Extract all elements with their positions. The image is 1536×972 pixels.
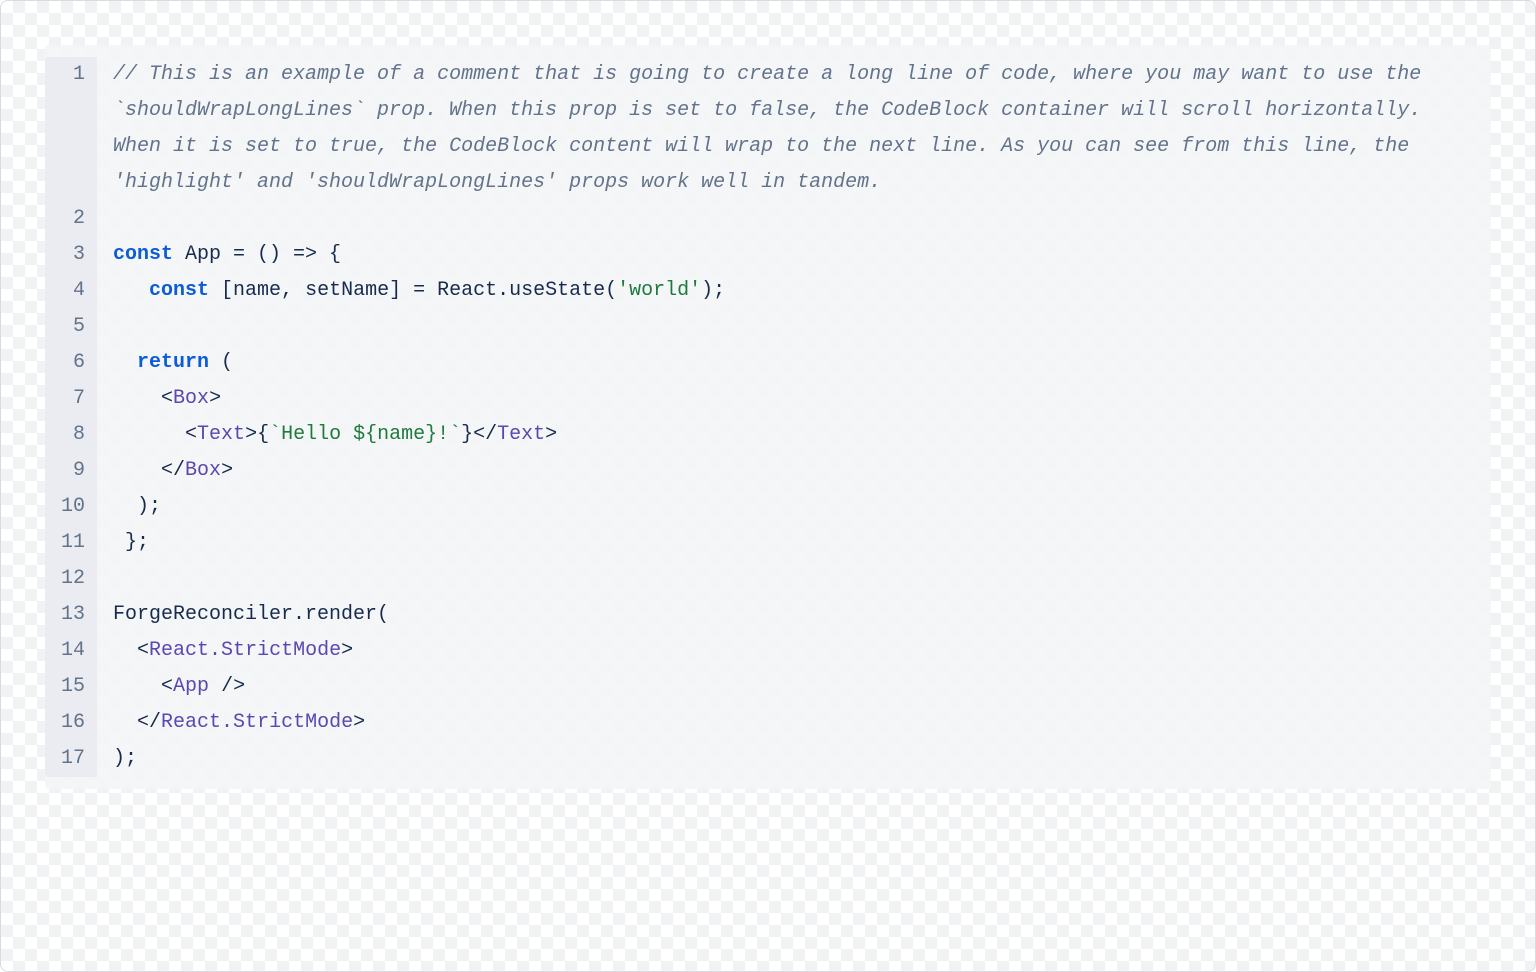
code-token bbox=[113, 459, 161, 482]
line-number: 16 bbox=[61, 705, 85, 741]
code-token: // This is an example of a comment that … bbox=[113, 63, 1433, 194]
code-token: > bbox=[341, 639, 353, 662]
code-line: <Box> bbox=[113, 381, 1471, 417]
code-content[interactable]: // This is an example of a comment that … bbox=[97, 57, 1491, 777]
line-number: 1 bbox=[61, 57, 85, 201]
code-line: <React.StrictMode> bbox=[113, 633, 1471, 669]
code-line bbox=[113, 201, 1471, 237]
code-token: React.StrictMode bbox=[149, 639, 341, 662]
code-token: ( bbox=[209, 351, 233, 374]
code-line bbox=[113, 561, 1471, 597]
code-token: > bbox=[245, 423, 257, 446]
code-token: `Hello ${name}!` bbox=[269, 423, 461, 446]
code-line: const [name, setName] = React.useState('… bbox=[113, 273, 1471, 309]
code-token: ); bbox=[113, 495, 161, 518]
code-token: < bbox=[137, 639, 149, 662]
line-number: 10 bbox=[61, 489, 85, 525]
code-token bbox=[113, 711, 137, 734]
code-token: ); bbox=[701, 279, 725, 302]
code-token: > bbox=[209, 387, 221, 410]
code-token: </ bbox=[137, 711, 161, 734]
line-number: 15 bbox=[61, 669, 85, 705]
code-token: const bbox=[149, 279, 209, 302]
code-line: </React.StrictMode> bbox=[113, 705, 1471, 741]
code-line: // This is an example of a comment that … bbox=[113, 57, 1471, 201]
line-number: 17 bbox=[61, 741, 85, 777]
line-number: 5 bbox=[61, 309, 85, 345]
code-token: [name, setName] = React.useState( bbox=[209, 279, 617, 302]
code-line: ForgeReconciler.render( bbox=[113, 597, 1471, 633]
preview-canvas: 1234567891011121314151617 // This is an … bbox=[0, 0, 1536, 972]
code-token: App bbox=[173, 675, 209, 698]
line-number: 14 bbox=[61, 633, 85, 669]
code-token bbox=[113, 279, 149, 302]
code-token: 'world' bbox=[617, 279, 701, 302]
line-number: 8 bbox=[61, 417, 85, 453]
code-token: Box bbox=[185, 459, 221, 482]
code-token: Text bbox=[197, 423, 245, 446]
line-number: 12 bbox=[61, 561, 85, 597]
code-token bbox=[113, 387, 161, 410]
line-number: 13 bbox=[61, 597, 85, 633]
code-token: return bbox=[137, 351, 209, 374]
code-line bbox=[113, 309, 1471, 345]
line-number-gutter: 1234567891011121314151617 bbox=[45, 57, 97, 777]
code-token: App = () => { bbox=[173, 243, 341, 266]
code-token: </ bbox=[161, 459, 185, 482]
code-line: <Text>{`Hello ${name}!`}</Text> bbox=[113, 417, 1471, 453]
line-number: 9 bbox=[61, 453, 85, 489]
code-token: React.StrictMode bbox=[161, 711, 353, 734]
line-number: 2 bbox=[61, 201, 85, 237]
code-token: </ bbox=[473, 423, 497, 446]
code-line: ); bbox=[113, 489, 1471, 525]
code-token bbox=[113, 423, 185, 446]
code-token: > bbox=[545, 423, 557, 446]
code-line: ); bbox=[113, 741, 1471, 777]
code-token bbox=[113, 639, 137, 662]
code-token: Box bbox=[173, 387, 209, 410]
code-token: { bbox=[257, 423, 269, 446]
code-token: Text bbox=[497, 423, 545, 446]
code-token: } bbox=[461, 423, 473, 446]
line-number: 7 bbox=[61, 381, 85, 417]
code-token: < bbox=[161, 387, 173, 410]
code-token: const bbox=[113, 243, 173, 266]
code-token: < bbox=[161, 675, 173, 698]
code-line: }; bbox=[113, 525, 1471, 561]
code-token: > bbox=[353, 711, 365, 734]
code-token: ); bbox=[113, 747, 137, 770]
code-line: </Box> bbox=[113, 453, 1471, 489]
code-block: 1234567891011121314151617 // This is an … bbox=[45, 45, 1491, 789]
code-token: }; bbox=[113, 531, 149, 554]
code-line: <App /> bbox=[113, 669, 1471, 705]
code-token: < bbox=[185, 423, 197, 446]
line-number: 4 bbox=[61, 273, 85, 309]
code-token bbox=[113, 351, 137, 374]
code-token bbox=[113, 675, 161, 698]
line-number: 3 bbox=[61, 237, 85, 273]
code-line: return ( bbox=[113, 345, 1471, 381]
code-line: const App = () => { bbox=[113, 237, 1471, 273]
line-number: 6 bbox=[61, 345, 85, 381]
code-token: /> bbox=[209, 675, 245, 698]
line-number: 11 bbox=[61, 525, 85, 561]
code-token: > bbox=[221, 459, 233, 482]
code-token: ForgeReconciler.render( bbox=[113, 603, 389, 626]
